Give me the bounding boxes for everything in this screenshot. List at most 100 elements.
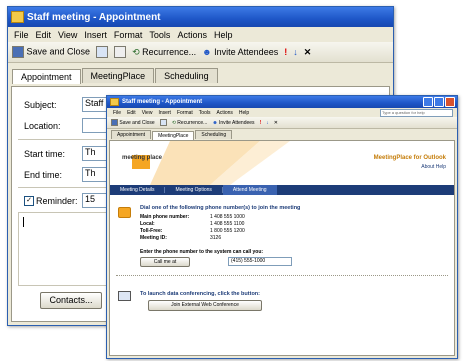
back-menu-bar: File Edit View Insert Format Tools Actio… <box>8 27 393 42</box>
start-time-label: Start time: <box>24 149 66 159</box>
phone-row-value: 1 800 555 1200 <box>210 228 245 234</box>
brand-header: meeting place MeetingPlace for Outlook A… <box>110 141 454 185</box>
phone-row-label: Meeting ID: <box>140 235 167 241</box>
tab-scheduling[interactable]: Scheduling <box>195 130 233 139</box>
importance-low-icon[interactable]: ↓ <box>266 120 269 126</box>
print-icon[interactable] <box>96 46 109 58</box>
text-cursor <box>23 217 24 227</box>
phone-table: Main phone number: 1 408 555 1000 Local:… <box>140 214 245 242</box>
web-conference-icon <box>118 291 131 301</box>
menu-insert[interactable]: Insert <box>158 110 171 116</box>
reminder-label: Reminder: <box>36 196 78 206</box>
end-time-label: End time: <box>24 170 63 180</box>
recurrence-label: Recurrence... <box>177 119 208 126</box>
menu-insert[interactable]: Insert <box>84 30 107 40</box>
nav-attend-meeting[interactable]: Attend Meeting <box>222 185 277 195</box>
phone-row-label: Toll-Free: <box>140 228 163 234</box>
contacts-button[interactable]: Contacts... <box>40 292 102 309</box>
tab-appointment[interactable]: Appointment <box>12 69 81 84</box>
menu-help[interactable]: Help <box>214 30 233 40</box>
phone-row-value: 3126 <box>210 235 222 241</box>
join-web-conference-button[interactable]: Join External Web Conference <box>148 300 262 311</box>
delete-icon[interactable]: ✕ <box>274 120 278 126</box>
calendar-icon <box>11 11 24 23</box>
minimize-button[interactable] <box>423 97 433 107</box>
invite-attendees-button[interactable]: ☻ Invite Attendees <box>202 47 278 57</box>
menu-format[interactable]: Format <box>177 110 193 116</box>
menu-format[interactable]: Format <box>114 30 143 40</box>
tab-scheduling[interactable]: Scheduling <box>155 68 218 83</box>
save-close-button[interactable]: Save and Close <box>111 119 155 126</box>
recurrence-button[interactable]: ⟲ Recurrence... <box>132 47 196 58</box>
menu-edit[interactable]: Edit <box>127 110 136 116</box>
menu-view[interactable]: View <box>142 110 153 116</box>
recurrence-button[interactable]: ⟲ Recurrence... <box>172 120 208 126</box>
importance-high-button[interactable]: ! <box>284 47 287 57</box>
menu-edit[interactable]: Edit <box>36 30 52 40</box>
invite-attendees-button[interactable]: ☻ Invite Attendees <box>212 120 254 126</box>
importance-high-icon[interactable]: ! <box>260 120 262 126</box>
callback-number-value: (415) 555-1000 <box>231 258 266 264</box>
call-me-button[interactable]: Call me at <box>140 257 190 267</box>
attendees-icon: ☻ <box>202 47 212 57</box>
save-icon <box>12 46 24 58</box>
menu-actions[interactable]: Actions <box>177 30 207 40</box>
menu-tools[interactable]: Tools <box>149 30 170 40</box>
brand-swoosh <box>150 141 290 185</box>
delete-button[interactable]: ✕ <box>304 47 312 58</box>
tab-meetingplace[interactable]: MeetingPlace <box>152 131 195 140</box>
phone-row-value: 1 408 555 1100 <box>210 221 245 227</box>
nav-meeting-options[interactable]: Meeting Options <box>165 187 223 193</box>
back-title-bar[interactable]: Staff meeting - Appointment <box>8 7 393 27</box>
menu-file[interactable]: File <box>113 110 121 116</box>
call-me-label: Call me at <box>153 259 177 265</box>
menu-help[interactable]: Help <box>239 110 249 116</box>
brand-title: MeetingPlace for Outlook <box>373 155 446 161</box>
meetingplace-nav: Meeting Details Meeting Options Attend M… <box>110 185 454 195</box>
menu-actions[interactable]: Actions <box>216 110 232 116</box>
attach-icon[interactable] <box>114 46 127 58</box>
menu-file[interactable]: File <box>14 30 29 40</box>
attendees-icon: ☻ <box>212 119 218 126</box>
print-icon[interactable] <box>159 119 167 126</box>
recurrence-icon: ⟲ <box>171 119 176 126</box>
phone-row: Local: 1 408 555 1100 <box>140 221 245 228</box>
location-label: Location: <box>24 121 61 131</box>
brand-links[interactable]: About Help <box>421 164 446 170</box>
help-search-input[interactable]: Type a question for help <box>380 109 453 117</box>
front-title-bar[interactable]: Staff meeting - Appointment <box>107 96 457 108</box>
close-button[interactable] <box>445 97 455 107</box>
tab-meetingplace[interactable]: MeetingPlace <box>81 68 155 83</box>
reminder-checkbox[interactable]: ✓ <box>24 196 34 206</box>
front-tabs: Appointment MeetingPlace Scheduling <box>107 129 457 140</box>
recurrence-icon: ⟲ <box>132 46 140 57</box>
front-toolbar: Save and Close ⟲ Recurrence... ☻ Invite … <box>107 117 457 129</box>
tab-appointment[interactable]: Appointment <box>111 130 152 139</box>
back-tabs: Appointment MeetingPlace Scheduling <box>8 63 393 84</box>
data-conf-heading: To launch data conferencing, click the b… <box>140 291 260 297</box>
meetingplace-panel: meeting place MeetingPlace for Outlook A… <box>109 140 455 356</box>
callback-number-field[interactable]: (415) 555-1000 <box>228 257 292 266</box>
maximize-button[interactable] <box>434 97 444 107</box>
save-icon <box>111 119 118 126</box>
importance-low-button[interactable]: ↓ <box>293 47 298 57</box>
brand-logo-text: meeting place <box>122 155 163 161</box>
back-window-title: Staff meeting - Appointment <box>27 11 161 23</box>
section-divider <box>116 275 448 276</box>
front-window-title: Staff meeting - Appointment <box>122 99 203 105</box>
calendar-icon <box>110 98 119 106</box>
menu-tools[interactable]: Tools <box>199 110 211 116</box>
front-menu-bar: File Edit View Insert Format Tools Actio… <box>107 108 457 117</box>
save-close-button[interactable]: Save and Close <box>12 46 90 58</box>
subject-label: Subject: <box>24 100 57 110</box>
phone-row-value: 1 408 555 1000 <box>210 214 245 220</box>
menu-view[interactable]: View <box>58 30 77 40</box>
help-search-placeholder: Type a question for help <box>382 110 425 115</box>
phone-row-label: Local: <box>140 221 155 227</box>
dial-heading: Dial one of the following phone number(s… <box>140 205 301 211</box>
contacts-label: Contacts... <box>49 295 93 305</box>
phone-row: Main phone number: 1 408 555 1000 <box>140 214 245 221</box>
window-controls <box>423 97 455 107</box>
callback-heading: Enter the phone number to the system can… <box>140 249 264 255</box>
nav-meeting-details[interactable]: Meeting Details <box>110 187 166 193</box>
